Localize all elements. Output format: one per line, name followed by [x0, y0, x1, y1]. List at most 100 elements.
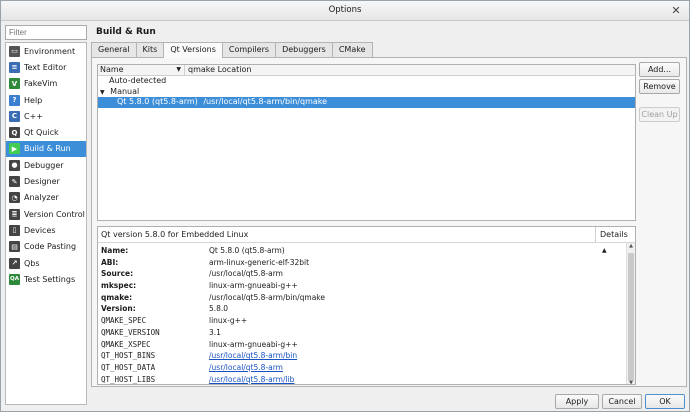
details-path-link[interactable]: /usr/local/qt5.8-arm/bin	[209, 350, 297, 362]
sidebar-item-qbs[interactable]: ↗ Qbs	[6, 255, 86, 271]
column-name-label: Name	[100, 65, 124, 74]
filter-input[interactable]	[5, 25, 87, 40]
scrollbar-thumb[interactable]	[628, 253, 634, 381]
qt-versions-tree[interactable]: Name ▼ qmake Location Auto-detected ▼ Ma…	[97, 64, 636, 221]
details-value: 5.8.0	[209, 304, 229, 314]
sidebar-item-label: Environment	[24, 46, 76, 56]
details-key: QMAKE_XSPEC	[101, 339, 151, 349]
details-path-link[interactable]: /usr/local/qt5.8-arm	[209, 362, 283, 374]
tab-compilers[interactable]: Compilers	[221, 42, 277, 57]
sidebar-item-text-editor[interactable]: ≡ Text Editor	[6, 59, 86, 75]
version-control-icon: ≣	[9, 208, 20, 220]
category-list: ▭ Environment ≡ Text Editor V FakeVim? Help C C+…	[5, 42, 87, 405]
details-row: QMAKE_VERSION 3.1	[98, 327, 626, 339]
cancel-button[interactable]: Cancel	[602, 394, 642, 409]
sidebar-item-label: Devices	[24, 225, 56, 235]
details-key: qmake:	[101, 292, 133, 302]
tab-kits[interactable]: Kits	[135, 42, 165, 57]
details-toggle-button[interactable]: Details ▲	[595, 227, 635, 254]
details-row: Version: 5.8.0	[98, 303, 626, 315]
sidebar-item-code-pasting[interactable]: ▤ Code Pasting	[6, 239, 86, 255]
build-run-icon: ▶	[9, 143, 20, 155]
sidebar-item-fakevim[interactable]: V FakeVim	[6, 76, 86, 92]
tab-qt-versions[interactable]: Qt Versions	[163, 42, 223, 58]
code-pasting-icon: ▤	[9, 241, 20, 253]
sidebar-item-test-settings[interactable]: QA Test Settings	[6, 271, 86, 287]
sidebar-item-label: FakeVim	[24, 79, 58, 89]
details-row: QT_HOST_LIBS/usr/local/qt5.8-arm/lib	[98, 374, 626, 384]
details-scrollbar[interactable]: ▲ ▼	[626, 243, 635, 384]
details-key: QT_HOST_BINS	[101, 351, 156, 361]
remove-button[interactable]: Remove	[639, 79, 680, 94]
details-key: ABI:	[101, 257, 119, 267]
sidebar-item-label: Code Pasting	[24, 242, 77, 252]
sidebar-item-label: Version Control	[24, 209, 85, 219]
sidebar-item-devices[interactable]: ▯ Devices	[6, 222, 86, 238]
tree-group-auto-detected[interactable]: Auto-detected	[98, 76, 635, 87]
options-window: Options ✕ ▭ Environment ≡ Text Editor V FakeV…	[0, 0, 690, 412]
sidebar-item-cpp[interactable]: C C++	[6, 108, 86, 124]
sidebar-item-designer[interactable]: ✎ Designer	[6, 173, 86, 189]
tree-header: Name ▼ qmake Location	[98, 65, 635, 76]
sidebar-item-debugger[interactable]: ● Debugger	[6, 157, 86, 173]
clean-up-button[interactable]: Clean Up	[639, 107, 680, 122]
details-header: Qt version 5.8.0 for Embedded Linux Deta…	[98, 227, 635, 254]
details-value: linux-g++	[209, 316, 248, 326]
sidebar-item-label: Qt Quick	[24, 128, 59, 138]
tree-group-manual-label: Manual	[110, 86, 140, 96]
window-title: Options	[328, 5, 362, 15]
details-row: ABI: arm-linux-generic-elf-32bit	[98, 257, 626, 269]
tree-row-qt-version[interactable]: Qt 5.8.0 (qt5.8-arm) /usr/local/qt5.8-ar…	[98, 97, 635, 108]
sidebar-item-label: Analyzer	[24, 193, 59, 203]
sidebar-item-label: Qbs	[24, 258, 40, 268]
details-key: Version:	[101, 304, 136, 314]
details-key: QMAKE_SPEC	[101, 316, 147, 326]
tab-cmake[interactable]: CMake	[331, 42, 373, 57]
tab-debuggers[interactable]: Debuggers	[275, 42, 333, 57]
details-toggle-label: Details	[600, 230, 628, 239]
details-value: /usr/local/qt5.8-arm	[209, 269, 283, 279]
details-row: Source: /usr/local/qt5.8-arm	[98, 268, 626, 280]
scroll-up-icon[interactable]: ▲	[627, 243, 635, 249]
page-title: Build & Run	[96, 27, 156, 37]
cpp-icon: C	[9, 110, 20, 122]
details-path-link[interactable]: /usr/local/qt5.8-arm/lib	[209, 374, 294, 384]
add-button[interactable]: Add...	[639, 62, 680, 77]
column-header-name[interactable]: Name ▼	[98, 65, 185, 75]
tree-group-manual[interactable]: ▼ Manual	[98, 87, 635, 98]
details-row: QT_HOST_DATA/usr/local/qt5.8-arm	[98, 362, 626, 374]
sidebar-item-analyzer[interactable]: ◔ Analyzer	[6, 190, 86, 206]
tab-general[interactable]: General	[91, 42, 137, 57]
details-row: qmake: /usr/local/qt5.8-arm/bin/qmake	[98, 292, 626, 304]
ok-button[interactable]: OK	[645, 394, 685, 409]
expand-arrow-icon[interactable]: ▼	[100, 89, 105, 96]
sidebar-item-label: C++	[24, 111, 43, 121]
test-settings-icon: QA	[9, 273, 20, 285]
details-key: Source:	[101, 269, 134, 279]
details-key: QMAKE_VERSION	[101, 327, 160, 337]
details-value: 3.1	[209, 327, 221, 337]
qbs-icon: ↗	[9, 257, 20, 269]
analyzer-icon: ◔	[9, 192, 20, 204]
scroll-down-icon[interactable]: ▼	[627, 380, 635, 384]
sidebar-item-version-control[interactable]: ≣ Version Control	[6, 206, 86, 222]
sidebar-item-build-run[interactable]: ▶ Build & Run	[6, 140, 86, 158]
sidebar-item-help[interactable]: ? Help	[6, 92, 86, 108]
sort-arrow-icon: ▼	[176, 66, 181, 73]
qt-quick-icon: Q	[9, 127, 20, 139]
details-value: arm-linux-generic-elf-32bit	[209, 257, 310, 267]
column-header-qmake-location[interactable]: qmake Location	[185, 65, 251, 75]
details-row: Name: Qt 5.8.0 (qt5.8-arm)	[98, 245, 626, 257]
debugger-icon: ●	[9, 159, 20, 171]
close-icon[interactable]: ✕	[671, 5, 681, 16]
sidebar-item-qt-quick[interactable]: Q Qt Quick	[6, 124, 86, 140]
details-key: Name:	[101, 246, 129, 255]
details-header-text: Qt version 5.8.0 for Embedded Linux	[101, 230, 249, 239]
details-row: mkspec: linux-arm-gnueabi-g++	[98, 280, 626, 292]
details-value: linux-arm-gnueabi-g++	[209, 339, 298, 349]
designer-icon: ✎	[9, 176, 20, 188]
details-table: Name: Qt 5.8.0 (qt5.8-arm) ABI: arm-linux-g…	[98, 245, 626, 384]
details-value: /usr/local/qt5.8-arm/bin/qmake	[209, 292, 325, 302]
sidebar-item-environment[interactable]: ▭ Environment	[6, 43, 86, 59]
apply-button[interactable]: Apply	[555, 394, 599, 409]
